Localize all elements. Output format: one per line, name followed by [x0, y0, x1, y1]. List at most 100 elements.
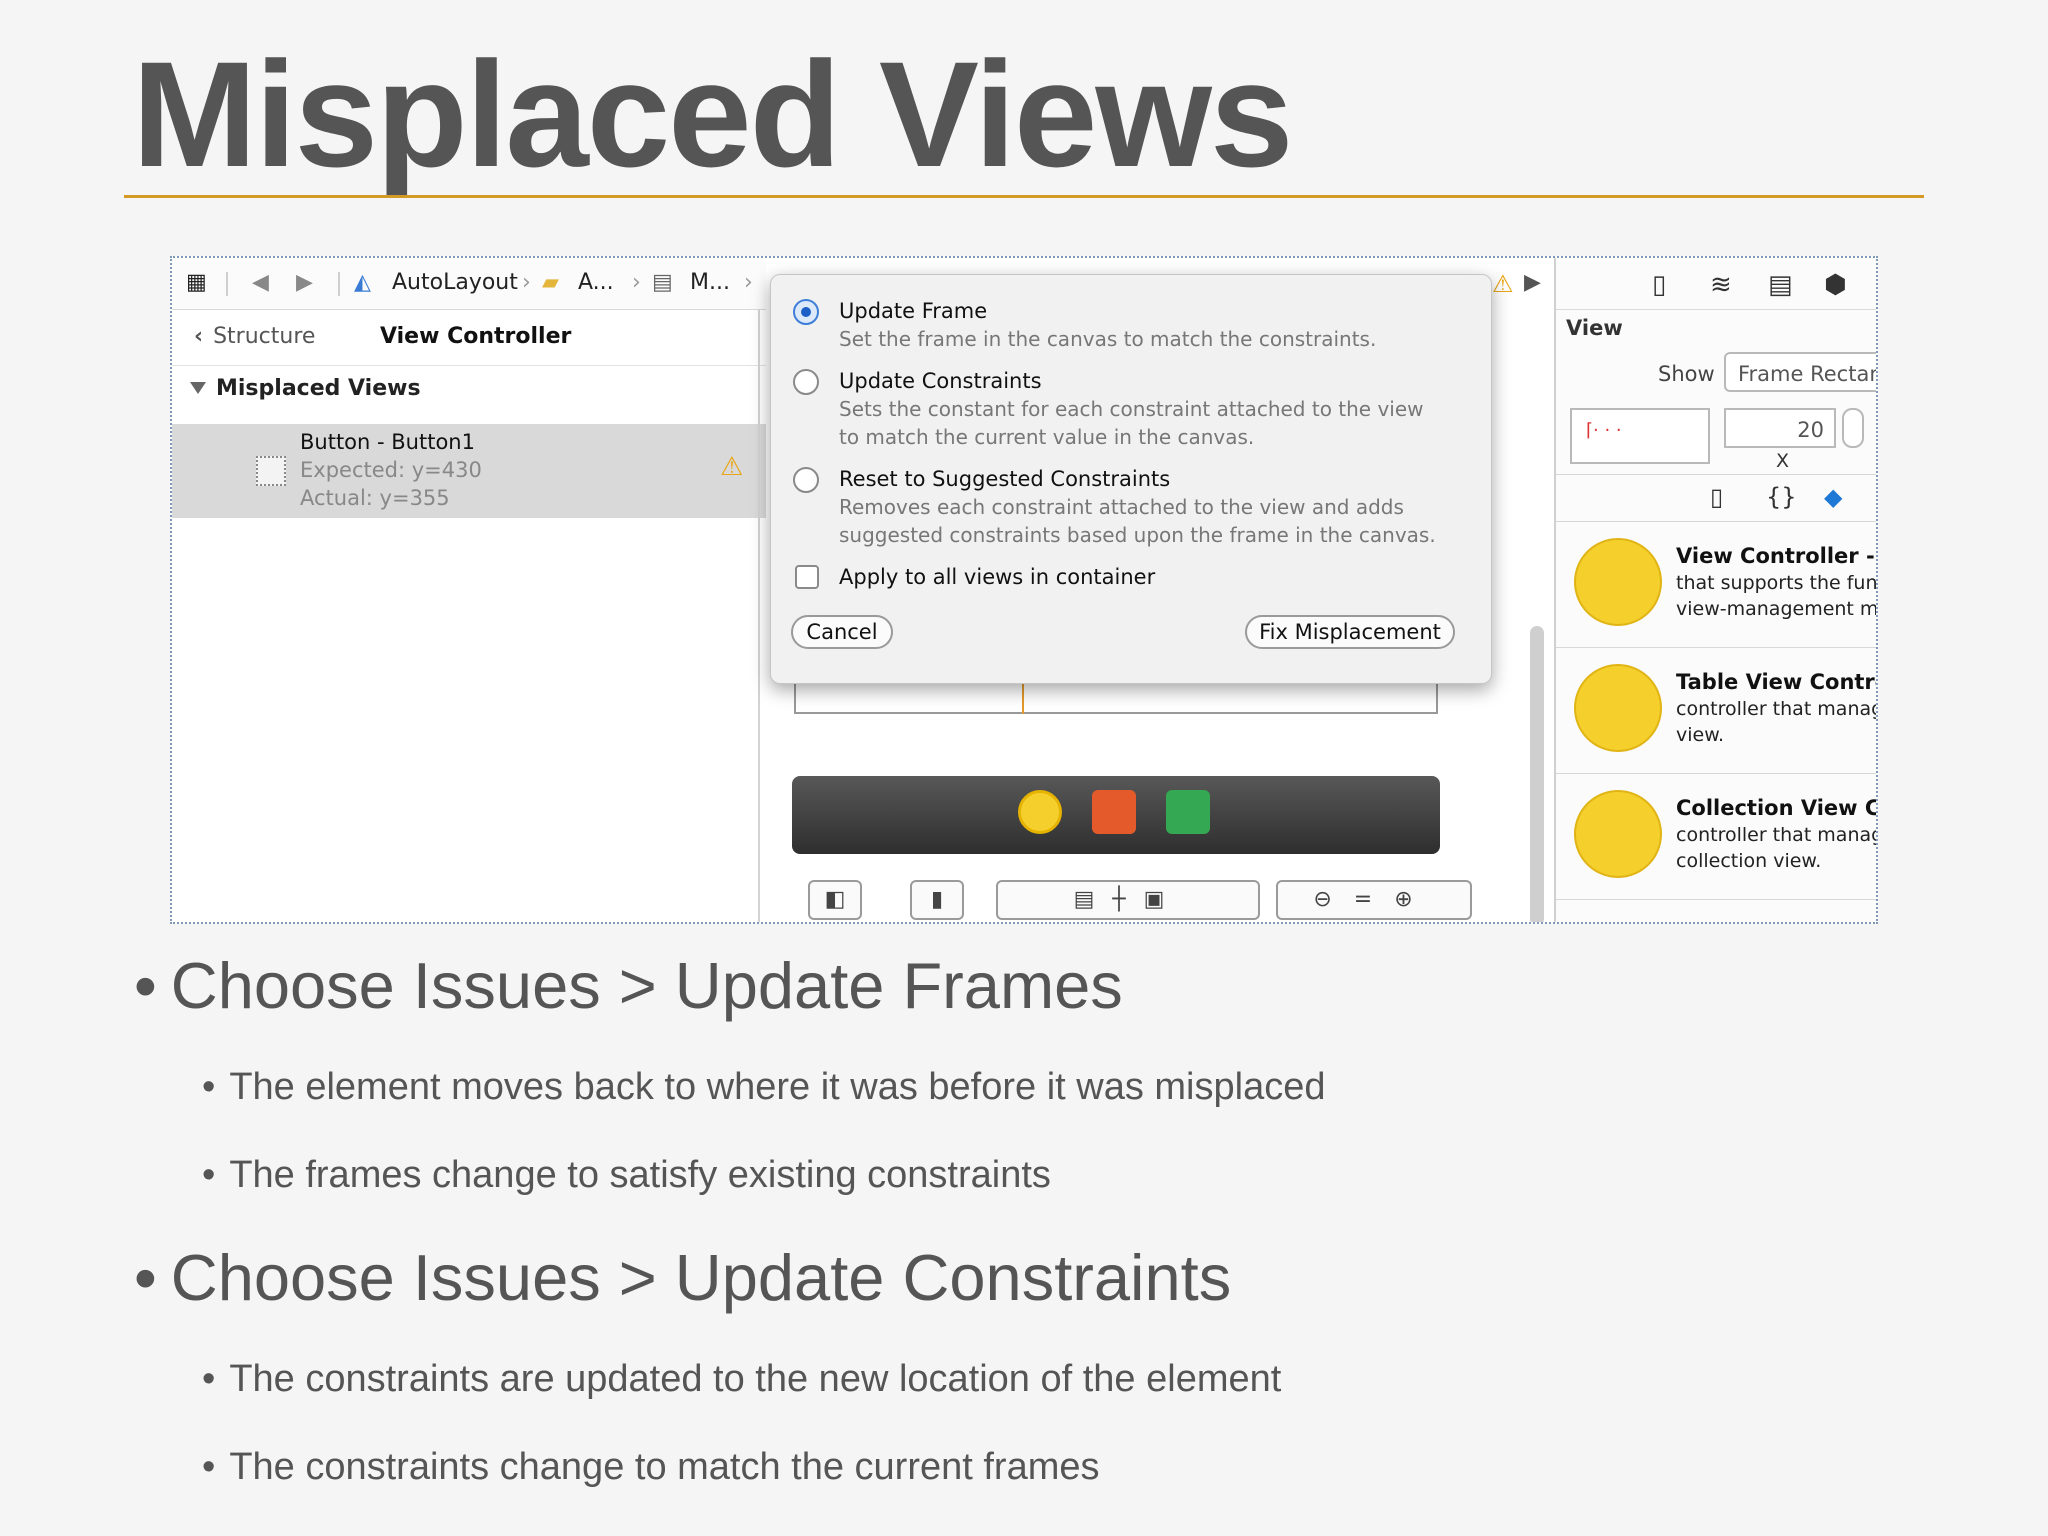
- update-constraints-radio[interactable]: [793, 369, 819, 395]
- library-item[interactable]: View Controller - A that supports the fu…: [1556, 522, 1878, 648]
- slide-title: Misplaced Views: [132, 30, 1293, 198]
- library-item-desc: that supports the fun: [1676, 572, 1878, 594]
- autoresizing-icon: ⌈· · ·: [1586, 420, 1622, 441]
- sub-bullet-text: The constraints change to match the curr…: [229, 1446, 1100, 1488]
- breadcrumb-file[interactable]: M...: [690, 270, 730, 295]
- option-title: Reset to Suggested Constraints: [839, 467, 1171, 491]
- sub-bullet-item: • The constraints change to match the cur…: [202, 1446, 1100, 1489]
- structure-back-button[interactable]: ‹ Structure: [194, 324, 315, 349]
- option-desc: Set the frame in the canvas to match the…: [839, 327, 1377, 351]
- collection-view-controller-icon: [1574, 790, 1662, 878]
- library-tabs: ▯ {} ◆: [1556, 474, 1876, 522]
- fix-misplacement-button[interactable]: Fix Misplacement: [1245, 615, 1455, 649]
- navigator-title: View Controller: [380, 324, 572, 349]
- library-item-title: Table View Contro: [1676, 670, 1878, 694]
- attributes-inspector-icon[interactable]: ⬢: [1824, 270, 1847, 300]
- scene-dock: [792, 776, 1440, 854]
- pane-divider[interactable]: [758, 310, 760, 922]
- bullet-text: Choose Issues > Update Constraints: [170, 1241, 1232, 1314]
- utilities-inspector: ▯ ≋ ▤ ⬢ View Show Frame Rectan ⌈· · · 20…: [1554, 258, 1878, 922]
- apply-all-checkbox[interactable]: [795, 565, 819, 589]
- option-title: Update Frame: [839, 299, 988, 323]
- cancel-button[interactable]: Cancel: [791, 615, 893, 649]
- identity-inspector-icon[interactable]: ▤: [1768, 270, 1793, 300]
- show-label: Show: [1658, 362, 1715, 386]
- view-controller-icon: [1574, 538, 1662, 626]
- x-label: X: [1776, 450, 1790, 472]
- exit-icon[interactable]: [1166, 790, 1210, 834]
- sub-bullet-item: • The constraints are updated to the new …: [202, 1358, 1281, 1401]
- object-library-icon[interactable]: ◆: [1824, 483, 1842, 511]
- issue-actual: Actual: y=355: [300, 486, 450, 510]
- project-icon: ◭: [354, 270, 371, 295]
- library-item-desc: collection view.: [1676, 850, 1822, 872]
- option-title: Update Constraints: [839, 369, 1042, 393]
- toolbar-separator: [226, 272, 228, 296]
- chevron-right-icon: ›: [632, 270, 641, 295]
- option-desc: Sets the constant for each constraint at…: [839, 397, 1424, 421]
- sub-bullet-text: The frames change to satisfy existing co…: [229, 1154, 1051, 1196]
- library-item-desc: view-management m: [1676, 598, 1878, 620]
- quick-help-icon[interactable]: ≋: [1710, 270, 1732, 300]
- folder-icon: ▰: [542, 270, 559, 295]
- zoom-buttons-group[interactable]: ⊖=⊕: [1276, 880, 1472, 920]
- view-controller-icon[interactable]: [1018, 790, 1062, 834]
- sub-bullet-text: The constraints are updated to the new l…: [229, 1358, 1282, 1400]
- checkbox-label: Apply to all views in container: [839, 565, 1156, 589]
- disclosure-triangle-icon[interactable]: [190, 382, 206, 394]
- file-inspector-icon[interactable]: ▯: [1652, 270, 1666, 300]
- x-field[interactable]: 20: [1724, 408, 1836, 448]
- forward-arrow-icon[interactable]: ▶: [296, 270, 313, 295]
- storyboard-icon: ▤: [652, 270, 673, 295]
- grid-icon[interactable]: ▦: [186, 270, 207, 295]
- bullet-text: Choose Issues > Update Frames: [170, 949, 1123, 1022]
- x-stepper[interactable]: [1842, 408, 1864, 448]
- canvas-scrollbar[interactable]: [1530, 626, 1544, 922]
- button-view-icon: [256, 456, 286, 486]
- library-item-desc: controller that manag: [1676, 698, 1878, 720]
- misplaced-views-section[interactable]: Misplaced Views: [172, 376, 766, 418]
- issue-row[interactable]: Button - Button1 Expected: y=430 Actual:…: [172, 424, 766, 518]
- file-template-icon[interactable]: ▯: [1710, 483, 1723, 511]
- show-popup[interactable]: Frame Rectan: [1724, 352, 1876, 392]
- first-responder-icon[interactable]: [1092, 790, 1136, 834]
- bullet-dot: •: [202, 1066, 216, 1108]
- library-item-title: Collection View Co: [1676, 796, 1878, 820]
- code-snippet-icon[interactable]: {}: [1766, 483, 1797, 511]
- autoresizing-box[interactable]: ⌈· · ·: [1570, 408, 1710, 464]
- bullet-dot: •: [202, 1154, 216, 1196]
- sub-bullet-item: • The frames change to satisfy existing c…: [202, 1154, 1051, 1197]
- issue-expected: Expected: y=430: [300, 458, 482, 482]
- breadcrumb-folder[interactable]: A...: [578, 270, 614, 295]
- xcode-screenshot: ▦ ◀ ▶ ◭ AutoLayout › ▰ A... › ▤ M... › ‹…: [170, 256, 1878, 924]
- issue-name: Button - Button1: [300, 430, 475, 454]
- bullet-item: • Choose Issues > Update Constraints: [134, 1240, 1231, 1315]
- library-item-desc: controller that manag: [1676, 824, 1878, 846]
- forward-arrow-icon[interactable]: ▶: [1524, 270, 1541, 295]
- chevron-right-icon: ›: [744, 270, 753, 295]
- sub-bullet-item: • The element moves back to where it was …: [202, 1066, 1325, 1109]
- warning-icon[interactable]: ⚠: [1492, 270, 1514, 298]
- bullet-dot: •: [134, 949, 157, 1022]
- jump-bar: ▦ ◀ ▶ ◭ AutoLayout › ▰ A... › ▤ M... ›: [172, 258, 766, 310]
- back-label: Structure: [213, 324, 316, 349]
- library-item-title: View Controller - A: [1676, 544, 1878, 568]
- outline-toggle-button[interactable]: ◧: [808, 880, 862, 920]
- option-desc: suggested constraints based upon the fra…: [839, 523, 1436, 547]
- navigator-header: ‹ Structure View Controller: [172, 310, 766, 366]
- reset-suggested-radio[interactable]: [793, 467, 819, 493]
- warning-icon[interactable]: ⚠: [720, 452, 743, 482]
- inspector-section-label: View: [1566, 316, 1623, 340]
- layout-buttons-group[interactable]: ▤┼▣: [996, 880, 1260, 920]
- bullet-dot: •: [202, 1446, 216, 1488]
- library-item[interactable]: Collection View Co controller that manag…: [1556, 774, 1878, 900]
- breadcrumb-project[interactable]: AutoLayout: [392, 270, 518, 295]
- bullet-dot: •: [202, 1358, 216, 1400]
- library-item[interactable]: Table View Contro controller that manag …: [1556, 648, 1878, 774]
- size-button[interactable]: ▮: [910, 880, 964, 920]
- update-frame-radio[interactable]: [793, 299, 819, 325]
- resolve-popover: Update Frame Set the frame in the canvas…: [770, 274, 1492, 684]
- back-arrow-icon[interactable]: ◀: [252, 270, 269, 295]
- canvas-bottom-bar: ◧ ▮ ▤┼▣ ⊖=⊕: [172, 870, 1472, 922]
- chevron-right-icon: ›: [522, 270, 531, 295]
